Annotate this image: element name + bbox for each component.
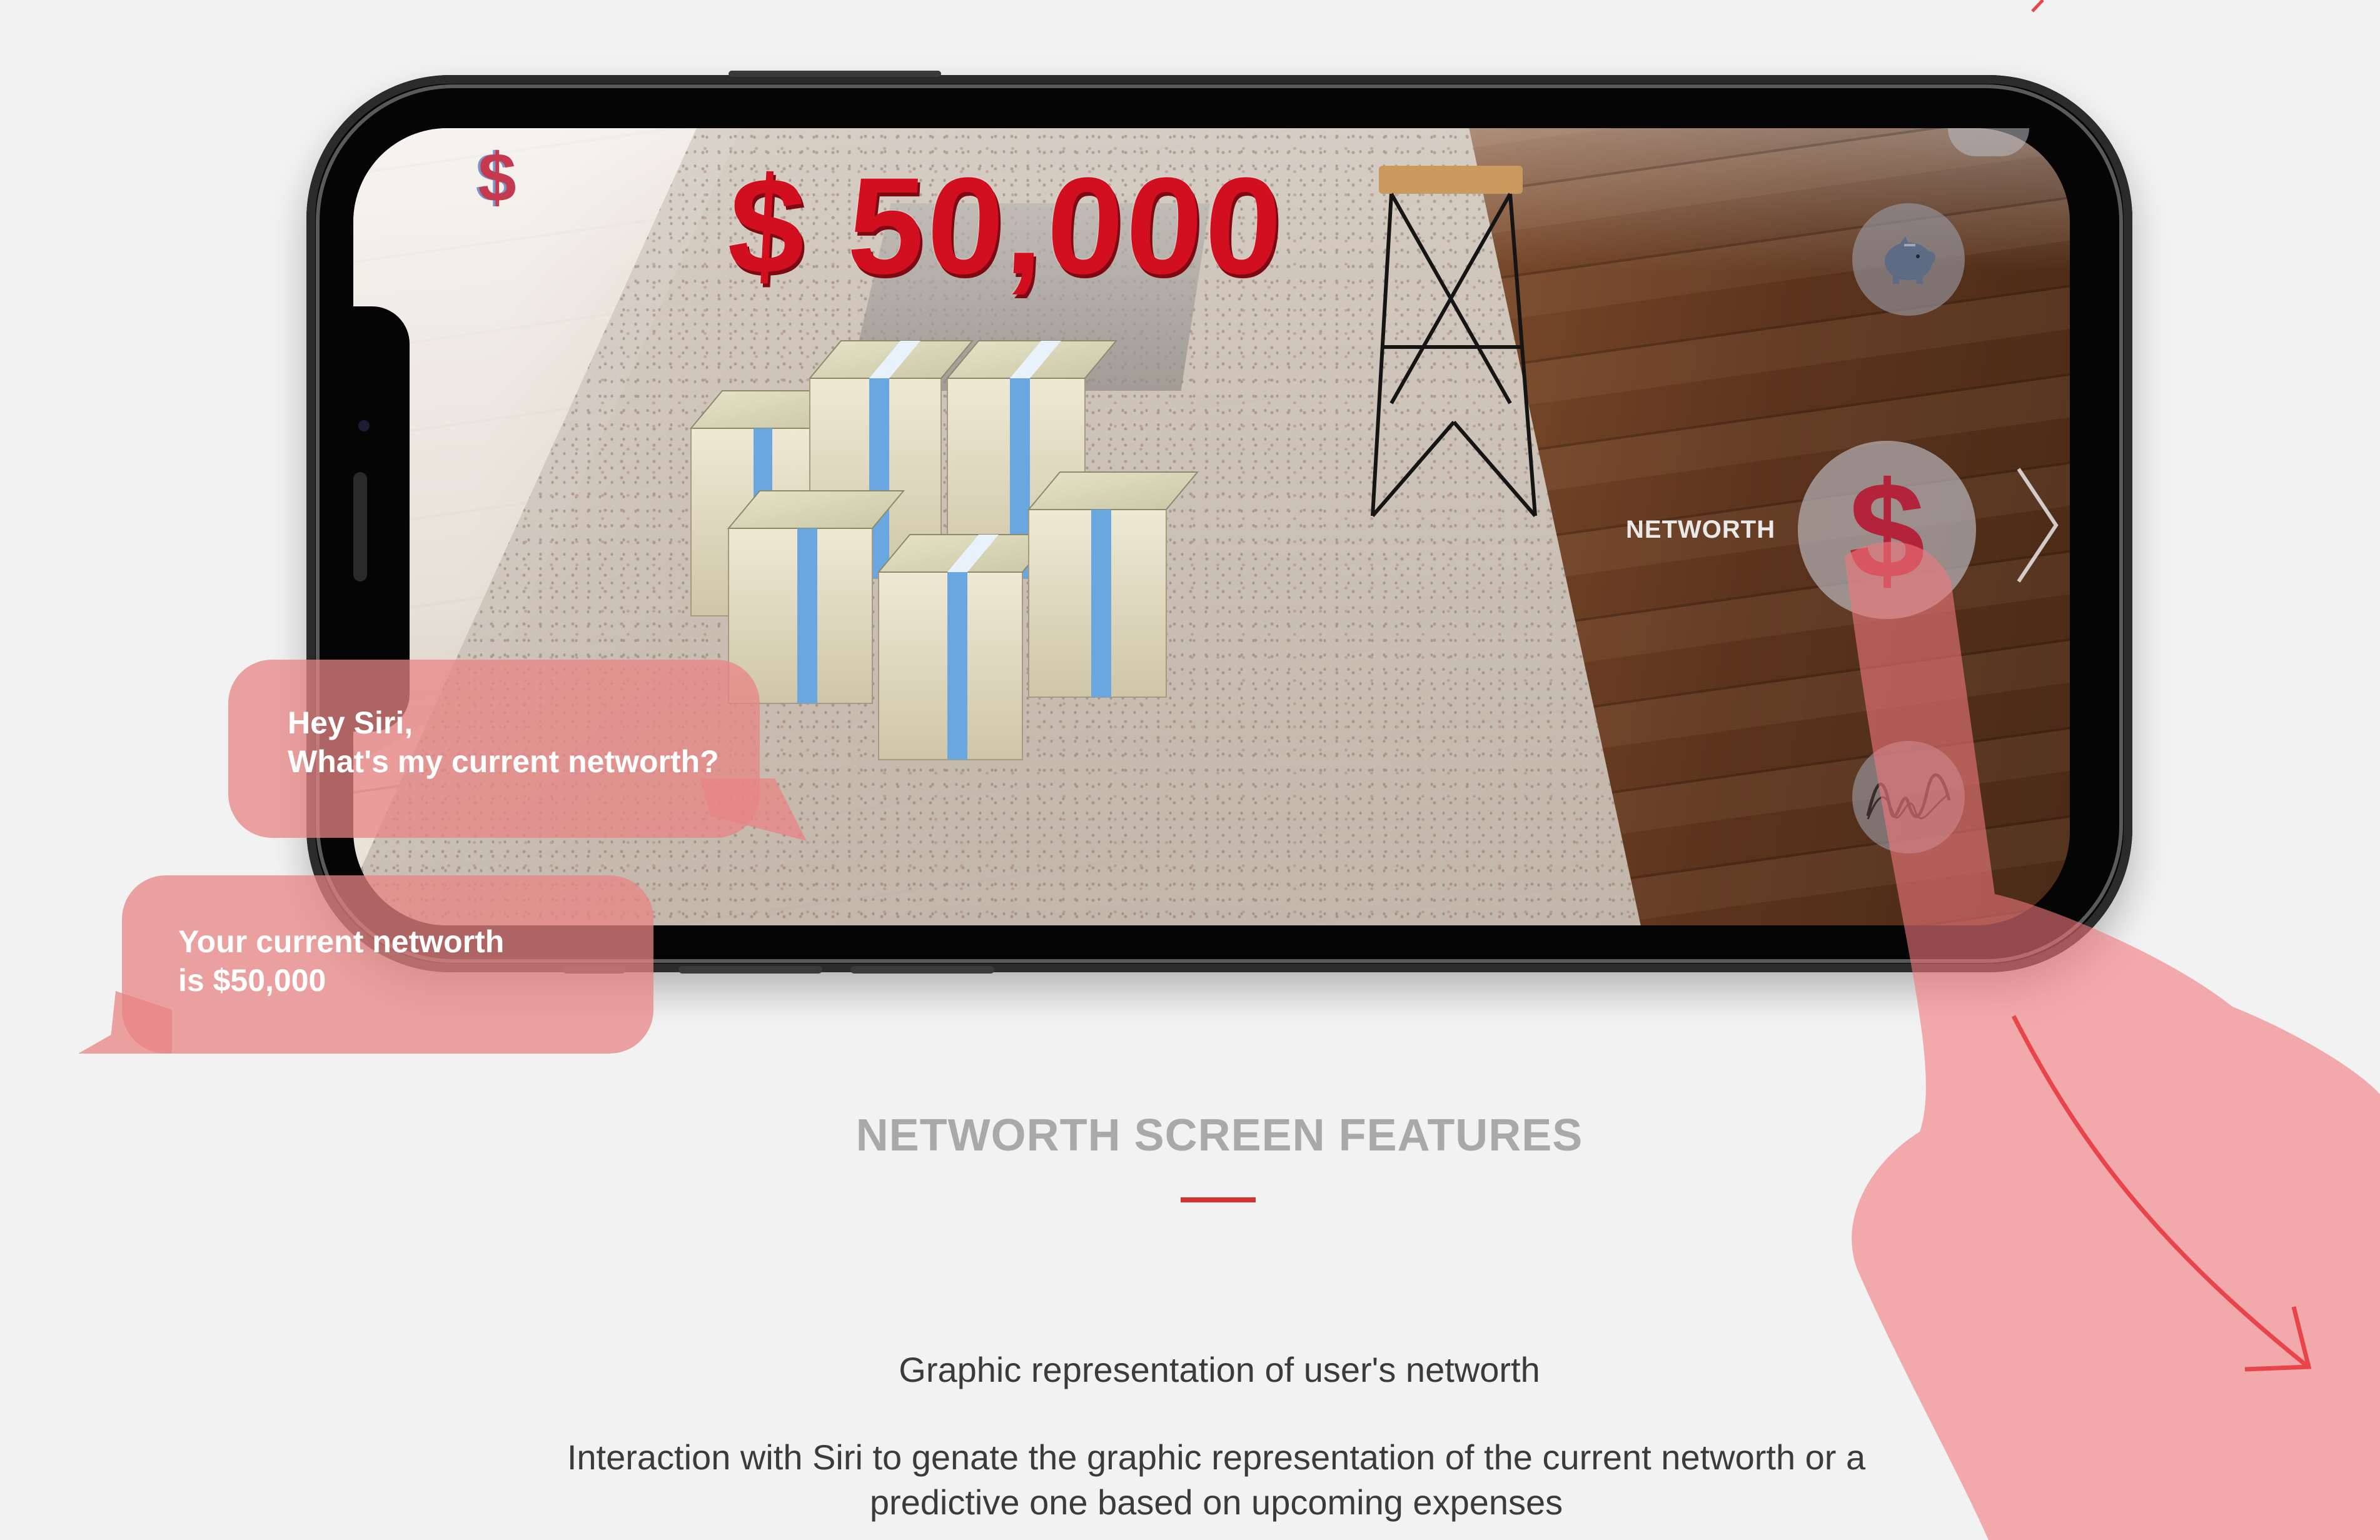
phone-top-button bbox=[729, 71, 941, 77]
siri-message-line-2: is $50,000 bbox=[178, 963, 326, 998]
corner-mark bbox=[2031, 0, 2044, 13]
networth-label: NETWORTH bbox=[1626, 516, 1776, 543]
front-camera bbox=[358, 420, 370, 431]
piggy-bank-icon bbox=[1885, 236, 1935, 284]
savings-button[interactable] bbox=[1852, 203, 1965, 316]
title-underline bbox=[1181, 1197, 1256, 1202]
app-logo-icon[interactable]: $ bbox=[463, 141, 532, 216]
volume-up-button bbox=[678, 966, 822, 974]
line-chart-icon bbox=[1866, 773, 1951, 820]
user-message-line-1: Hey Siri, bbox=[288, 705, 413, 740]
user-speech-bubble: Hey Siri, What's my current networth? bbox=[228, 660, 760, 838]
section-title: NETWORTH SCREEN FEATURES bbox=[855, 1110, 1583, 1160]
dollar-icon: $ bbox=[1848, 453, 1925, 607]
chart-button[interactable] bbox=[1852, 741, 1965, 853]
chevron-right-icon[interactable] bbox=[2012, 466, 2062, 585]
feature-description-2: Interaction with Siri to genate the grap… bbox=[567, 1437, 1866, 1522]
feature-description-1: Graphic representation of user's networt… bbox=[899, 1350, 1540, 1389]
volume-down-button bbox=[850, 966, 994, 974]
networth-amount: $ 50,000 bbox=[724, 149, 1288, 303]
swipe-arrow-icon bbox=[2011, 1015, 2309, 1368]
networth-button[interactable]: $ bbox=[1798, 441, 1976, 619]
siri-speech-bubble: Your current networth is $50,000 bbox=[122, 875, 653, 1054]
user-message-line-2: What's my current networth? bbox=[288, 744, 719, 779]
earpiece-speaker bbox=[353, 472, 367, 581]
siri-message-line-1: Your current networth bbox=[178, 924, 505, 959]
